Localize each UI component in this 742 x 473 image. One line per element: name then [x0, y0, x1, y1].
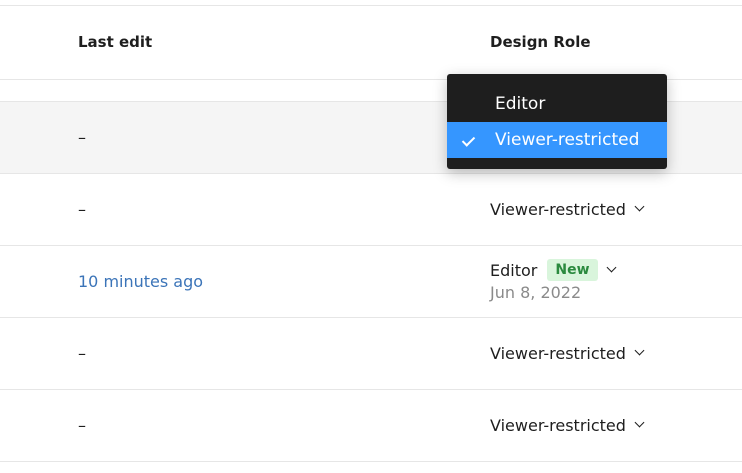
design-role-dropdown[interactable]: Viewer-restricted	[490, 318, 645, 389]
last-edit-cell: –	[78, 344, 86, 363]
last-edit-cell: –	[78, 200, 86, 219]
role-dropdown-menu: Editor Viewer-restricted	[447, 74, 667, 169]
menu-item-viewer-restricted[interactable]: Viewer-restricted	[447, 122, 667, 158]
design-role-dropdown[interactable]: Editor New	[490, 258, 616, 282]
design-role-value: Viewer-restricted	[490, 416, 626, 435]
column-header-design-role[interactable]: Design Role	[490, 33, 591, 51]
last-edit-cell: –	[78, 416, 86, 435]
design-role-dropdown[interactable]: Viewer-restricted	[490, 174, 645, 245]
menu-item-editor[interactable]: Editor	[447, 86, 667, 122]
table-row[interactable]: – Viewer-restricted	[0, 318, 742, 390]
menu-item-label: Editor	[495, 94, 546, 114]
design-role-dropdown[interactable]: Viewer-restricted	[490, 390, 645, 461]
table-row[interactable]: – Viewer-restricted	[0, 390, 742, 462]
menu-item-label: Viewer-restricted	[495, 130, 640, 150]
column-header-last-edit[interactable]: Last edit	[78, 33, 152, 51]
check-icon	[461, 133, 476, 147]
design-role-value: Viewer-restricted	[490, 200, 626, 219]
chevron-down-icon[interactable]	[634, 201, 645, 212]
chevron-down-icon[interactable]	[634, 345, 645, 356]
design-role-value: Viewer-restricted	[490, 344, 626, 363]
chevron-down-icon[interactable]	[606, 262, 616, 272]
design-role-value: Editor	[490, 260, 538, 280]
table-header: Last edit Design Role	[0, 6, 742, 80]
last-edit-cell: –	[78, 128, 86, 147]
last-edit-link[interactable]: 10 minutes ago	[78, 246, 203, 317]
role-date: Jun 8, 2022	[490, 283, 582, 302]
table-row[interactable]: – Viewer-restricted	[0, 174, 742, 246]
table-row[interactable]: 10 minutes ago Editor New Jun 8, 2022	[0, 246, 742, 318]
new-badge: New	[547, 259, 598, 281]
chevron-down-icon[interactable]	[634, 417, 645, 428]
design-role-cell: Editor New Jun 8, 2022	[490, 258, 616, 302]
